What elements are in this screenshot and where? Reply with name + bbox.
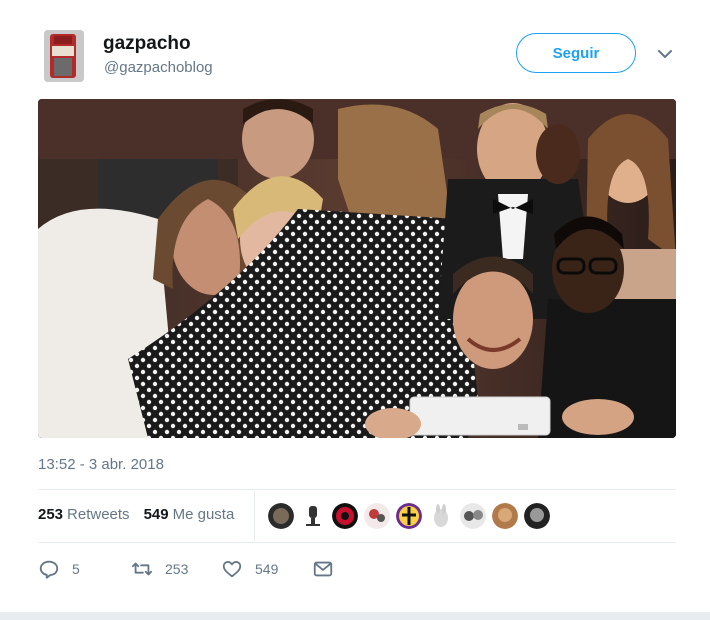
tweet-card: gazpacho @gazpachoblog Seguir 13:52 - 3 …	[0, 0, 710, 612]
tweet-timestamp[interactable]: 13:52 - 3 abr. 2018	[38, 456, 164, 473]
divider-bottom	[38, 542, 676, 543]
reply-button[interactable]: 5	[38, 558, 80, 580]
retweet-icon	[131, 562, 153, 576]
liker-avatar[interactable]	[428, 503, 454, 529]
tweet-actions: 5 253 549	[38, 558, 358, 582]
retweet-count: 253	[165, 561, 189, 577]
liker-avatar[interactable]	[268, 503, 294, 529]
liker-avatar[interactable]	[396, 503, 422, 529]
page-bottom-strip	[0, 612, 710, 620]
retweets-label: Retweets	[67, 506, 130, 523]
liker-avatar[interactable]	[492, 503, 518, 529]
stats-separator	[254, 491, 255, 541]
likes-count: 549	[143, 506, 169, 523]
heart-icon	[222, 561, 242, 578]
liker-avatar[interactable]	[332, 503, 358, 529]
retweet-button[interactable]: 253	[131, 558, 188, 580]
liker-avatar[interactable]	[460, 503, 486, 529]
retweets-stat[interactable]: 253 Retweets	[38, 506, 130, 523]
retweets-count: 253	[38, 506, 64, 523]
avatar-image	[44, 30, 84, 82]
chevron-down-icon[interactable]	[655, 44, 675, 64]
liker-avatar[interactable]	[300, 503, 326, 529]
user-name[interactable]: gazpacho	[103, 33, 191, 55]
reply-count: 5	[72, 561, 80, 577]
follow-button[interactable]: Seguir	[516, 33, 636, 73]
liker-avatar[interactable]	[524, 503, 550, 529]
direct-message-button[interactable]	[312, 558, 334, 580]
tweet-stats: 253 Retweets 549 Me gusta	[38, 506, 234, 523]
photo-image	[38, 99, 676, 438]
like-count: 549	[255, 561, 279, 577]
likes-label: Me gusta	[172, 506, 235, 523]
like-button[interactable]: 549	[221, 558, 278, 580]
reply-icon	[39, 560, 59, 579]
user-avatar[interactable]	[44, 30, 84, 82]
divider-top	[38, 489, 676, 490]
liker-avatar[interactable]	[364, 503, 390, 529]
envelope-icon	[313, 561, 333, 577]
user-handle[interactable]: @gazpachoblog	[104, 59, 213, 76]
tweet-photo[interactable]	[38, 99, 676, 438]
liker-avatars	[268, 503, 550, 529]
likes-stat[interactable]: 549 Me gusta	[144, 506, 235, 523]
